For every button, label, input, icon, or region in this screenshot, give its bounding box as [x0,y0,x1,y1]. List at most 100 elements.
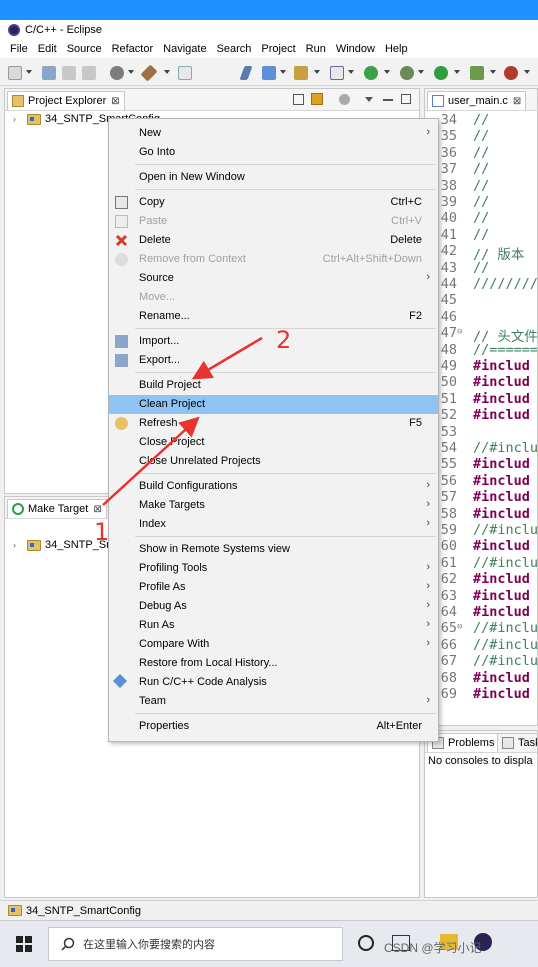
run-dropdown-icon[interactable] [454,70,460,74]
windows-start-icon[interactable] [16,936,32,952]
new-project-icon[interactable] [262,66,276,80]
save-all-icon[interactable] [62,66,76,80]
delete-icon [115,234,128,247]
menu-separator [135,189,436,190]
menu-item-make-targets[interactable]: Make Targets › [109,496,438,515]
menu-item-label: Run As [139,619,175,631]
submenu-arrow-icon: › [426,637,430,649]
new-dropdown-icon[interactable] [26,70,32,74]
link-editor-icon[interactable] [311,93,323,105]
tab-project-explorer-label: Project Explorer [28,95,107,107]
menu-item-import[interactable]: Import... [109,332,438,351]
menu-item-run-as[interactable]: Run As › [109,616,438,635]
taskbar-search-input[interactable]: 在这里输入你要搜索的内容 [48,927,343,961]
menu-item-compare-with[interactable]: Compare With › [109,635,438,654]
open-type-dropdown-icon[interactable] [314,70,320,74]
menu-item-shortcut: Ctrl+C [390,196,422,208]
close-icon[interactable]: ⊠ [93,504,101,515]
search-icon[interactable] [364,66,378,80]
new-icon[interactable] [8,66,22,80]
menu-item-build-configurations[interactable]: Build Configurations › [109,477,438,496]
profile-icon[interactable] [504,66,518,80]
menu-run[interactable]: Run [306,43,326,55]
expand-icon[interactable]: › [13,540,23,550]
tab-tasks[interactable]: Task [497,733,537,752]
menu-item-delete[interactable]: Delete Delete [109,231,438,250]
expand-icon[interactable]: › [13,114,23,124]
code-text: // [473,194,490,210]
status-bar: 34_SNTP_SmartConfig [0,900,538,920]
code-editor[interactable]: 34//35//36//37//38//39//40//41//42// 版本 4… [425,112,537,712]
cortana-icon[interactable] [358,935,374,951]
menu-item-refresh[interactable]: Refresh F5 [109,414,438,433]
tab-make-target[interactable]: Make Target ⊠ [7,499,107,518]
code-line: 52 #includ [425,407,537,423]
console-pane: Problems Task No consoles to displa [424,730,538,898]
menu-item-copy[interactable]: Copy Ctrl+C [109,193,438,212]
menu-window[interactable]: Window [336,43,375,55]
print-icon[interactable] [82,66,96,80]
close-icon[interactable]: ⊠ [111,96,119,107]
debug-dropdown-icon[interactable] [418,70,424,74]
menu-edit[interactable]: Edit [38,43,57,55]
menu-item-close-project[interactable]: Close Project [109,433,438,452]
tab-project-explorer[interactable]: Project Explorer ⊠ [7,91,125,110]
run-icon[interactable] [434,66,448,80]
search-dropdown-icon[interactable] [384,70,390,74]
minimize-icon[interactable] [383,99,393,101]
menu-item-profile-as[interactable]: Profile As › [109,578,438,597]
hammer-icon[interactable] [140,64,158,82]
menu-item-index[interactable]: Index › [109,515,438,534]
menu-file[interactable]: File [10,43,28,55]
close-icon[interactable]: ⊠ [513,96,521,107]
binary-icon[interactable] [178,66,192,80]
menu-item-label: Index [139,518,166,530]
menu-project[interactable]: Project [261,43,295,55]
menu-help[interactable]: Help [385,43,408,55]
bug-icon[interactable] [400,66,414,80]
debug-tool-icon[interactable] [239,66,253,80]
menu-item-restore-from-local-history[interactable]: Restore from Local History... [109,654,438,673]
menu-navigate[interactable]: Navigate [163,43,206,55]
menu-item-team[interactable]: Team › [109,692,438,711]
fold-toggle-icon[interactable]: ⊖ [457,622,462,632]
filter-icon[interactable] [339,94,350,105]
tab-user-main-c[interactable]: user_main.c ⊠ [427,91,527,110]
menu-source[interactable]: Source [67,43,102,55]
menu-item-open-in-new-window[interactable]: Open in New Window [109,168,438,187]
maximize-icon[interactable] [401,94,411,104]
fold-toggle-icon[interactable]: ⊖ [457,327,462,337]
menu-item-export[interactable]: Export... [109,351,438,370]
menu-item-show-in-remote-systems-view[interactable]: Show in Remote Systems view [109,540,438,559]
save-icon[interactable] [42,66,56,80]
menu-item-clean-project[interactable]: Clean Project [109,395,438,414]
menu-item-rename[interactable]: Rename... F2 [109,307,438,326]
view-menu-icon[interactable] [365,97,373,102]
menu-item-move[interactable]: Move... [109,288,438,307]
external-tools-dropdown-icon[interactable] [490,70,496,74]
menu-item-go-into[interactable]: Go Into [109,143,438,162]
new-project-dropdown-icon[interactable] [280,70,286,74]
menu-item-remove-from-context[interactable]: Remove from Context Ctrl+Alt+Shift+Down [109,250,438,269]
menu-item-new[interactable]: New › [109,124,438,143]
menu-refactor[interactable]: Refactor [112,43,154,55]
menu-item-paste[interactable]: Paste Ctrl+V [109,212,438,231]
menu-item-source[interactable]: Source › [109,269,438,288]
build-dropdown-icon[interactable] [164,70,170,74]
menu-item-properties[interactable]: Properties Alt+Enter [109,717,438,736]
build-config-icon[interactable] [110,66,124,80]
code-line: 37// [425,161,537,177]
profile-dropdown-icon[interactable] [524,70,530,74]
external-tools-icon[interactable] [470,66,484,80]
build-config-dropdown-icon[interactable] [128,70,134,74]
menu-item-profiling-tools[interactable]: Profiling Tools › [109,559,438,578]
menu-item-build-project[interactable]: Build Project [109,376,438,395]
open-type-icon[interactable] [294,66,308,80]
new-class-icon[interactable] [330,66,344,80]
menu-item-close-unrelated-projects[interactable]: Close Unrelated Projects [109,452,438,471]
menu-search[interactable]: Search [217,43,252,55]
menu-item-run-c-c-code-analysis[interactable]: Run C/C++ Code Analysis [109,673,438,692]
new-class-dropdown-icon[interactable] [348,70,354,74]
collapse-all-icon[interactable] [293,94,304,105]
menu-item-debug-as[interactable]: Debug As › [109,597,438,616]
